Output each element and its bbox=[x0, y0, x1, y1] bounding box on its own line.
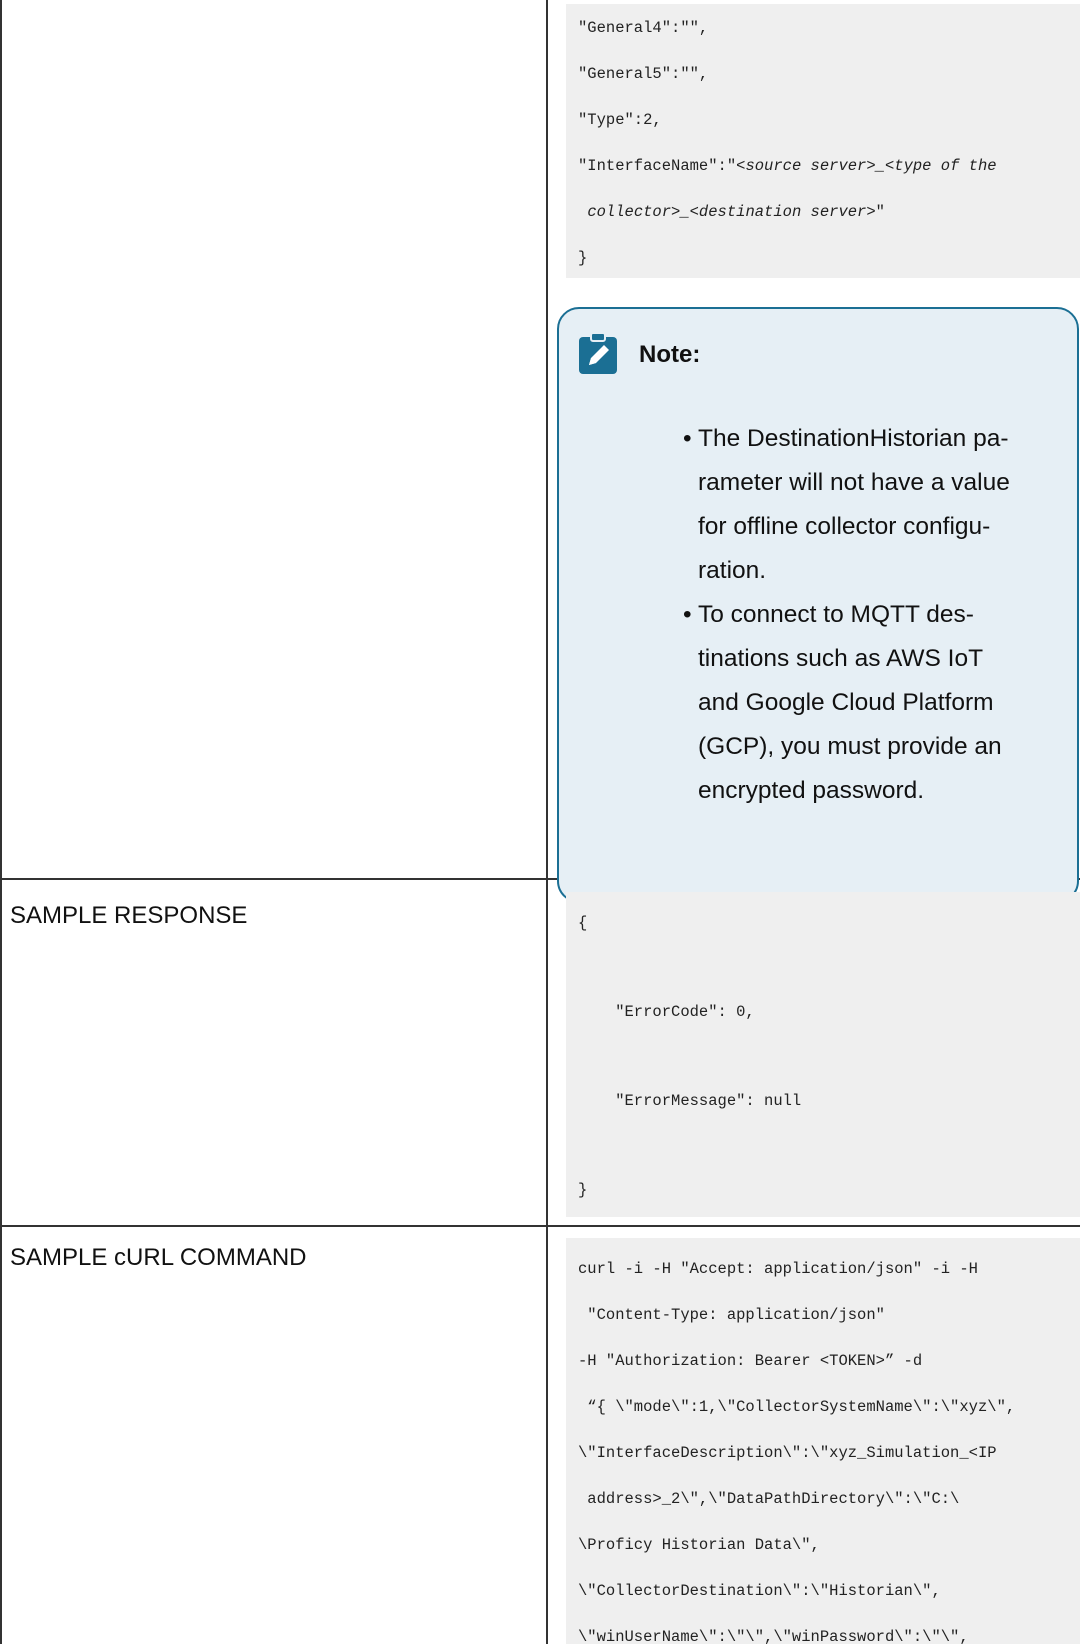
table-column-divider bbox=[546, 0, 548, 1644]
code-line: "Content-Type: application/json" bbox=[578, 1306, 885, 1324]
sample-curl-code-block: curl -i -H "Accept: application/json" -i… bbox=[566, 1238, 1080, 1646]
sample-response-code-block: { "ErrorCode": 0, "ErrorMessage": null } bbox=[566, 892, 1080, 1217]
code-line: "ErrorCode": 0, bbox=[578, 1003, 755, 1021]
note-item-line: To connect to MQTT des- bbox=[698, 601, 974, 628]
code-line: curl -i -H "Accept: application/json" -i… bbox=[578, 1260, 978, 1278]
code-line: -H "Authorization: Bearer <TOKEN>” -d bbox=[578, 1352, 923, 1370]
note-item: • The DestinationHistorian pa- rameter w… bbox=[683, 417, 1010, 593]
note-list: • The DestinationHistorian pa- rameter w… bbox=[683, 417, 1010, 813]
note-item: • To connect to MQTT des- tinations such… bbox=[683, 593, 1010, 813]
code-line: \"InterfaceDescription\":\"xyz_Simulatio… bbox=[578, 1444, 997, 1462]
note-callout: Note: • The DestinationHistorian pa- ram… bbox=[557, 307, 1079, 903]
note-item-line: (GCP), you must provide an bbox=[698, 733, 1002, 760]
note-item-line: ration. bbox=[698, 557, 767, 584]
code-line: "General4":"", bbox=[578, 19, 709, 37]
note-item-line: and Google Cloud Platform bbox=[698, 689, 994, 716]
bullet: • bbox=[683, 601, 692, 628]
note-pencil-icon bbox=[579, 332, 617, 374]
sample-curl-label: SAMPLE cURL COMMAND bbox=[10, 1244, 307, 1271]
code-line: \"winUserName\":\"\",\"winPassword\":\"\… bbox=[578, 1628, 969, 1646]
note-item-line: tinations such as AWS IoT bbox=[698, 645, 984, 672]
note-item-line: for offline collector configu- bbox=[698, 513, 991, 540]
code-line: { bbox=[578, 914, 588, 932]
request-body-code-block: "General4":"", "General5":"", "Type":2, … bbox=[566, 4, 1080, 278]
code-line: address>_2\",\"DataPathDirectory\":\"C:\ bbox=[578, 1490, 960, 1508]
code-line: "ErrorMessage": null bbox=[578, 1092, 802, 1110]
sample-response-label: SAMPLE RESPONSE bbox=[10, 902, 248, 929]
code-line-interface-name-cont: collector>_<destination server>" bbox=[587, 203, 885, 221]
note-item-line: The DestinationHistorian pa- bbox=[698, 425, 1009, 452]
code-line: "General5":"", bbox=[578, 65, 709, 83]
note-item-line: rameter will not have a value bbox=[698, 469, 1010, 496]
bullet: • bbox=[683, 425, 692, 452]
code-line: \Proficy Historian Data\", bbox=[578, 1536, 820, 1554]
code-line: \"CollectorDestination\":\"Historian\", bbox=[578, 1582, 941, 1600]
table-left-border bbox=[0, 0, 2, 1644]
note-item-line: encrypted password. bbox=[698, 777, 925, 804]
code-line-interface-name: "InterfaceName":"<source server>_<type o… bbox=[578, 157, 997, 175]
row-divider-curl bbox=[0, 1225, 1080, 1227]
code-line: "Type":2, bbox=[578, 111, 662, 129]
note-title: Note: bbox=[639, 341, 701, 368]
code-line: } bbox=[578, 1181, 588, 1199]
code-line: } bbox=[578, 249, 588, 267]
code-line: “{ \"mode\":1,\"CollectorSystemName\":\"… bbox=[578, 1398, 1016, 1416]
